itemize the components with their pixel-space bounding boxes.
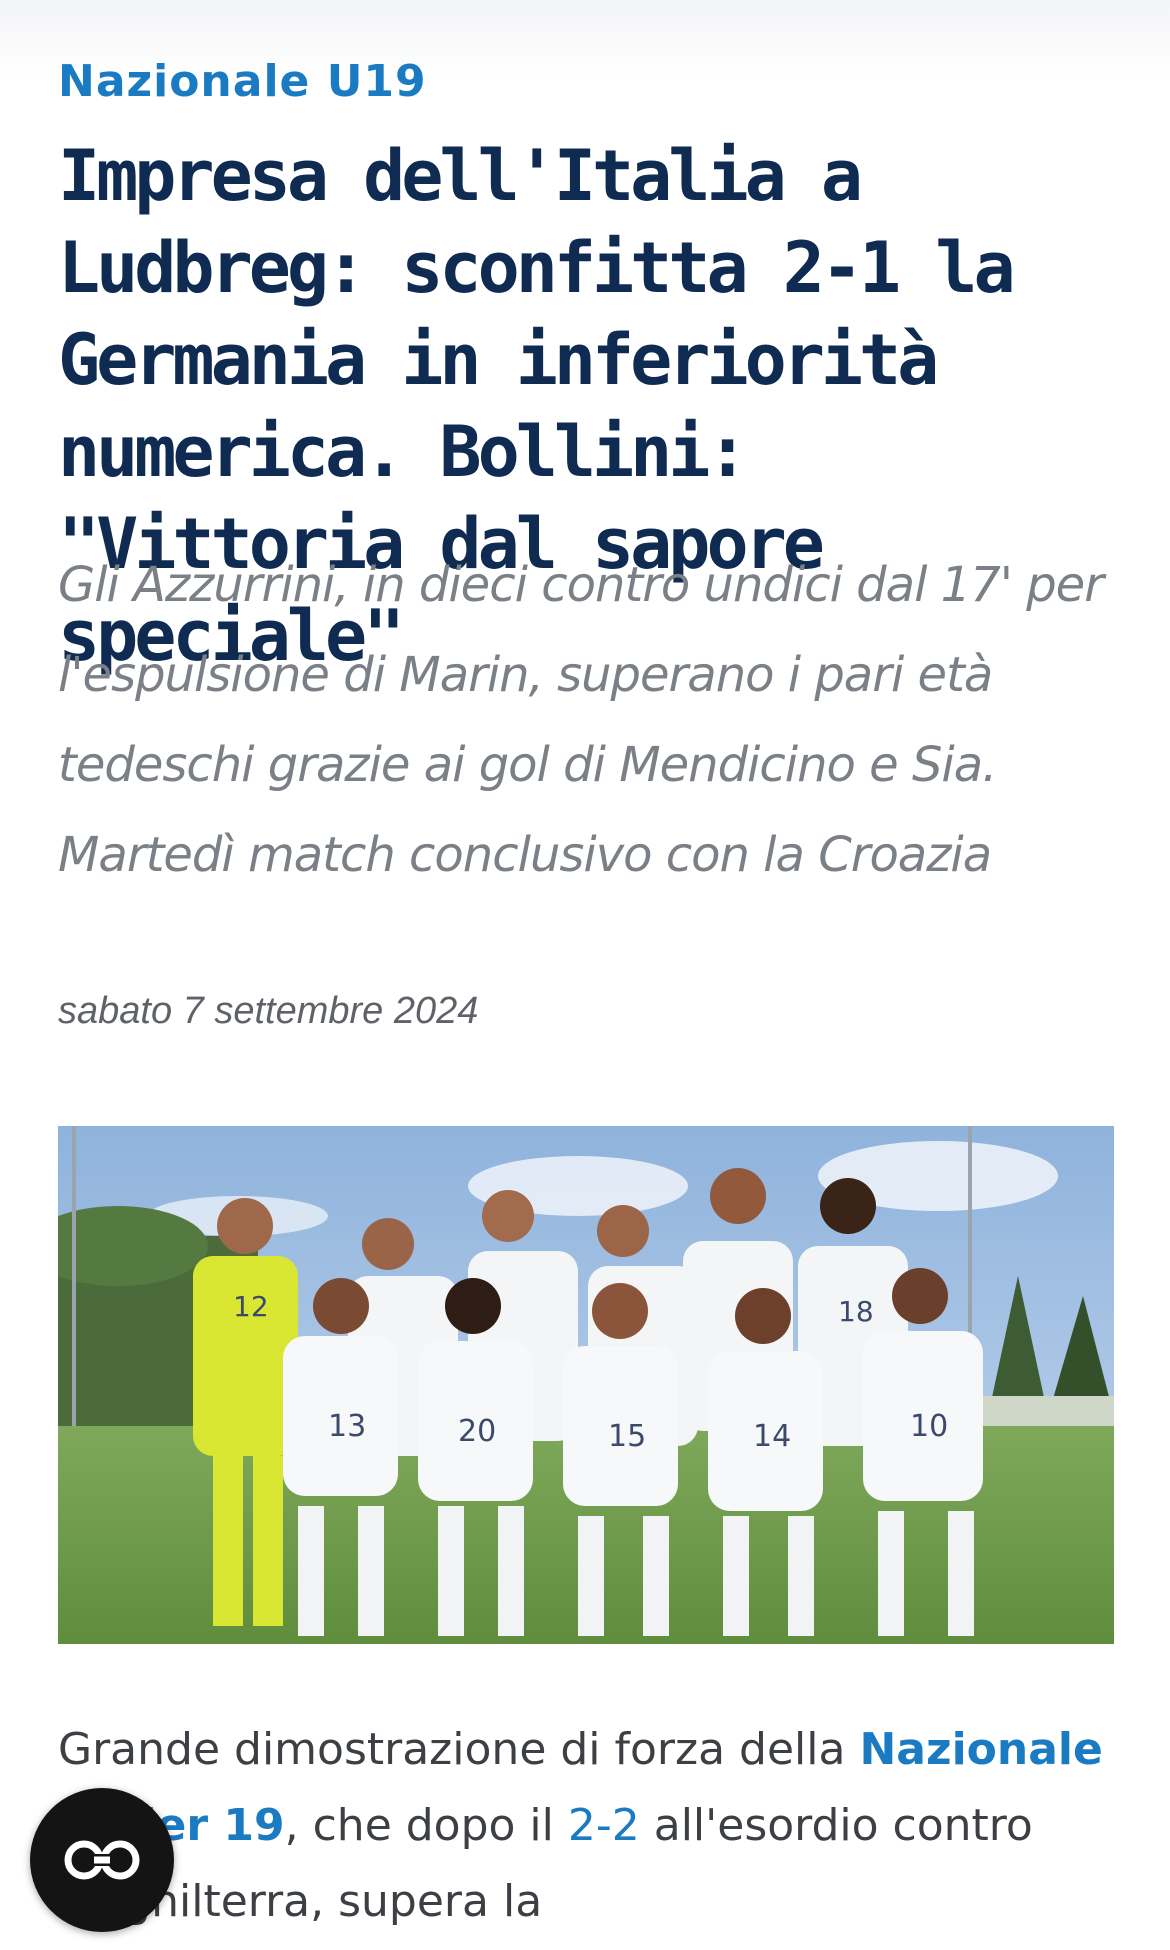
svg-text:14: 14 bbox=[753, 1419, 791, 1454]
body-text-1: Grande dimostrazione di forza della bbox=[58, 1724, 860, 1775]
link-score-2-2[interactable]: 2-2 bbox=[568, 1800, 640, 1851]
article-date: sabato 7 settembre 2024 bbox=[58, 990, 479, 1032]
svg-text:20: 20 bbox=[458, 1414, 496, 1449]
article-subtitle: Gli Azzurrini, in dieci contro undici da… bbox=[58, 557, 1104, 883]
accessibility-button[interactable] bbox=[30, 1788, 174, 1932]
body-text-2: , che dopo il bbox=[284, 1800, 568, 1851]
svg-text:18: 18 bbox=[838, 1295, 874, 1328]
article-body: Grande dimostrazione di forza della Nazi… bbox=[58, 1712, 1118, 1940]
photo-number-12: 12 bbox=[233, 1290, 269, 1323]
article-page: Nazionale U19 Impresa dell'Italia a Ludb… bbox=[0, 0, 1170, 1950]
svg-text:13: 13 bbox=[328, 1409, 366, 1444]
svg-text:10: 10 bbox=[910, 1409, 948, 1444]
infinity-glasses-icon bbox=[64, 1840, 140, 1880]
svg-text:15: 15 bbox=[608, 1419, 646, 1454]
category-link[interactable]: Nazionale U19 bbox=[58, 56, 427, 107]
team-photo[interactable]: 12 18 13 20 15 14 10 bbox=[58, 1126, 1114, 1644]
